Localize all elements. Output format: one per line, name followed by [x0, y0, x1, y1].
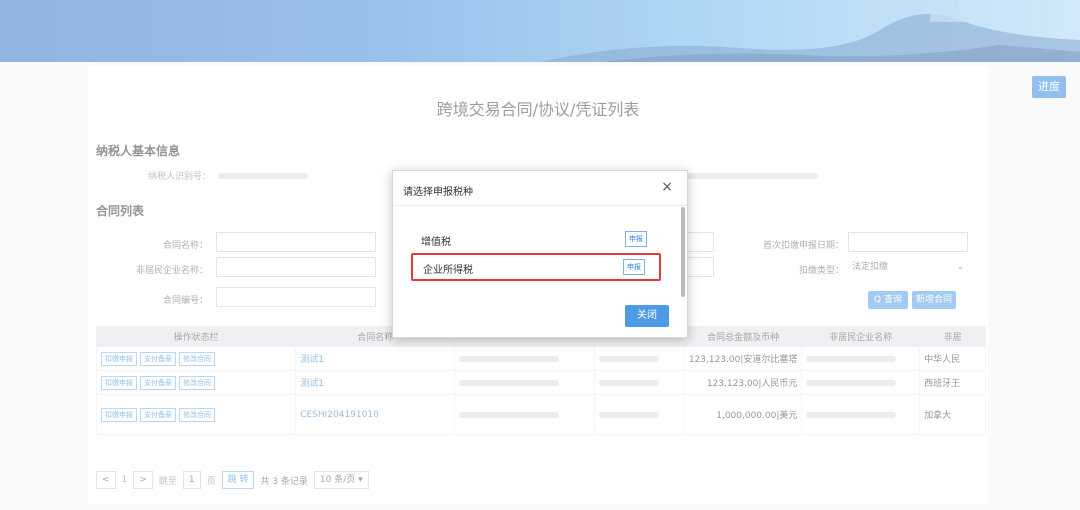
tax-item-vat: 增值税 申报: [411, 227, 661, 251]
tax-name: 企业所得税: [423, 265, 473, 276]
declare-vat-button[interactable]: 申报: [625, 231, 647, 247]
dialog-close-button[interactable]: 关闭: [625, 305, 669, 327]
dialog-title: 请选择申报税种: [403, 187, 473, 198]
tax-item-corporate-income-tax: 企业所得税 申报: [411, 253, 661, 281]
select-tax-type-dialog: 请选择申报税种 × 增值税 申报 企业所得税 申报 关闭: [392, 170, 688, 338]
dialog-scrollbar[interactable]: [681, 207, 685, 297]
declare-corporate-income-tax-button[interactable]: 申报: [623, 259, 645, 275]
close-icon[interactable]: ×: [661, 179, 673, 195]
tax-name: 增值税: [421, 237, 451, 248]
dialog-divider: [393, 205, 687, 206]
